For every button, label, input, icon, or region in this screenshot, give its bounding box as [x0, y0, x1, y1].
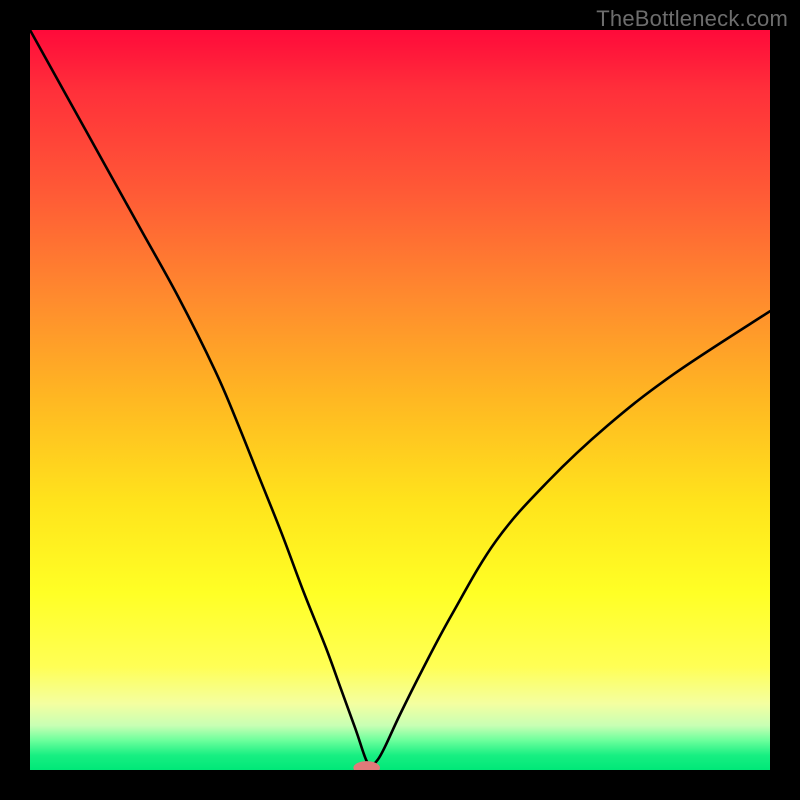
watermark-text: TheBottleneck.com: [596, 6, 788, 32]
gradient-plot-area: [30, 30, 770, 770]
chart-frame: TheBottleneck.com: [0, 0, 800, 800]
